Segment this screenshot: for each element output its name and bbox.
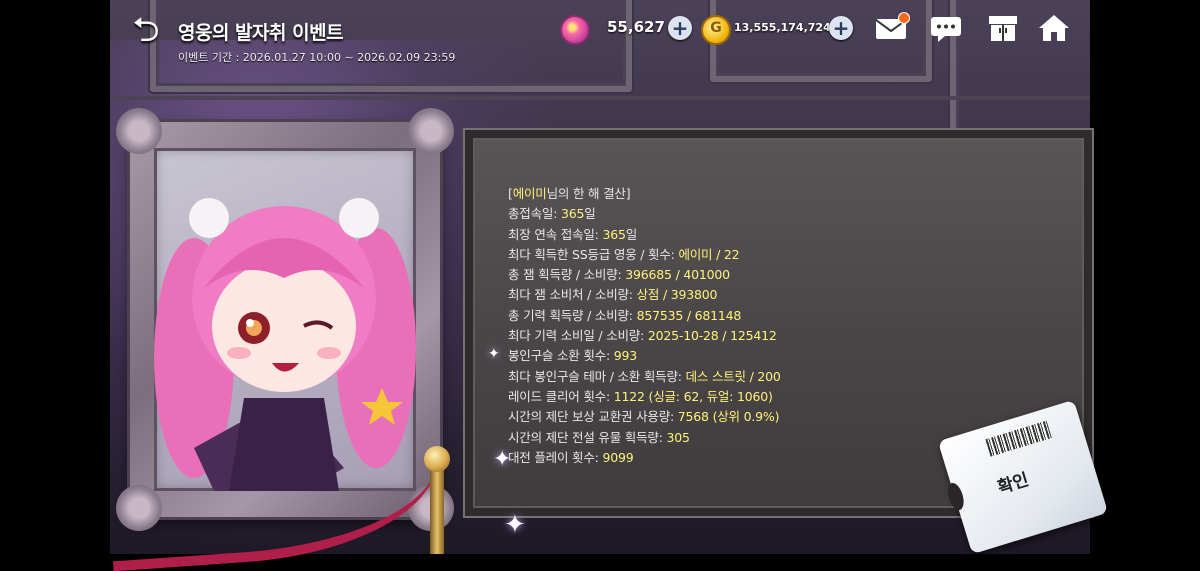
wardrobe-button[interactable] — [985, 12, 1021, 44]
summary-line-value: 396685 / 401000 — [625, 267, 730, 283]
gem-amount: 55,627 — [607, 18, 665, 36]
summary-line-value: 365 — [602, 226, 626, 242]
summary-line: 총접속일: 365일 — [508, 204, 781, 224]
summary-line-suffix: 일 — [584, 206, 596, 222]
summary-heading-suffix: 님의 한 해 결산] — [546, 186, 631, 201]
gold-amount: 13,555,174,724 — [734, 21, 831, 34]
summary-line: 최장 연속 접속일: 365일 — [508, 225, 781, 245]
sparkle: ✦ — [504, 510, 526, 540]
summary-heading: [에이미님의 한 해 결산] — [508, 186, 631, 201]
notification-dot — [898, 12, 910, 24]
summary-line: 시간의 제단 보상 교환권 사용량: 7568 (상위 0.9%) — [508, 407, 781, 427]
hero-portrait-frame — [116, 108, 454, 531]
summary-line-label: 최다 획득한 SS등급 영웅 / 횟수: — [508, 246, 679, 262]
summary-line-value: 857535 / 681148 — [636, 307, 742, 323]
sparkle: ✦ — [493, 447, 512, 472]
summary-line: 총 잼 획득량 / 소비량: 396685 / 401000 — [508, 265, 781, 285]
back-arrow-icon: ⮌ — [132, 10, 160, 50]
add-gem-button[interactable]: + — [668, 16, 692, 40]
summary-line-label: 최장 연속 접속일: — [508, 226, 603, 242]
summary-line-value: 9099 — [602, 449, 634, 465]
hero-portrait-illustration — [154, 198, 416, 491]
wall-frame — [150, 0, 632, 92]
sparkle: ✦ — [488, 346, 500, 362]
summary-line: 대전 플레이 횟수: 9099 — [508, 448, 781, 468]
back-button[interactable]: ⮌ — [126, 13, 166, 47]
summary-line-value: 365 — [561, 206, 585, 222]
gold-coin-icon: G — [701, 15, 731, 45]
summary-line-label: 최다 기력 소비일 / 소비량: — [508, 328, 648, 344]
summary-line: 봉인구슬 소환 횟수: 993 — [508, 346, 781, 366]
summary-line-value: 305 — [666, 429, 690, 445]
chat-icon — [931, 17, 961, 42]
hero-portrait — [154, 148, 416, 491]
add-gold-button[interactable]: + — [829, 16, 853, 40]
summary-line-label: 시간의 제단 보상 교환권 사용량: — [508, 409, 678, 425]
confirm-label: 확인 — [995, 470, 1032, 499]
summary-line-label: 레이드 클리어 횟수: — [508, 388, 614, 404]
summary-line-value: 7568 (상위 0.9%) — [677, 409, 780, 425]
summary-line-label: 봉인구슬 소환 횟수: — [508, 348, 614, 364]
summary-line-value: 데스 스트릿 / 200 — [685, 368, 781, 384]
home-icon — [1039, 15, 1069, 41]
summary-line-label: 시간의 제단 전설 유물 획득량: — [508, 429, 667, 445]
summary-line-value: 993 — [613, 348, 637, 364]
summary-line-label: 총접속일: — [508, 206, 561, 222]
summary-line-label: 최다 잼 소비처 / 소비량: — [508, 287, 637, 303]
player-nickname: 에이미 — [512, 186, 547, 201]
summary-line: 최다 획득한 SS등급 영웅 / 횟수: 에이미 / 22 — [508, 245, 781, 265]
summary-line-value: 2025-10-28 / 125412 — [647, 328, 777, 344]
wall-molding — [110, 96, 1090, 100]
summary-line-label: 총 기력 획득량 / 소비량: — [508, 307, 637, 323]
rope-post-knob — [424, 446, 450, 472]
summary-line-label: 총 잼 획득량 / 소비량: — [508, 267, 626, 283]
summary-line-label: 대전 플레이 횟수: — [508, 449, 603, 465]
chat-button[interactable] — [928, 12, 964, 44]
summary-line-value: 에이미 / 22 — [678, 246, 740, 262]
summary-line-value: 상점 / 393800 — [636, 287, 718, 303]
summary-line: 시간의 제단 전설 유물 획득량: 305 — [508, 428, 781, 448]
page-title: 영웅의 발자취 이벤트 — [178, 22, 344, 44]
summary-line-suffix: 일 — [625, 226, 638, 242]
barcode-icon — [985, 420, 1052, 457]
event-period: 이벤트 기간 : 2026.01.27 10:00 ~ 2026.02.09 2… — [178, 51, 456, 64]
home-button[interactable] — [1036, 12, 1072, 44]
summary-line-value: 1122 (싱글: 62, 듀얼: 1060) — [613, 388, 773, 404]
wardrobe-icon — [989, 16, 1017, 41]
gem-icon — [560, 15, 590, 45]
summary-line: 총 기력 획득량 / 소비량: 857535 / 681148 — [508, 306, 781, 326]
summary-line-label: 최다 봉인구슬 테마 / 소환 획득량: — [508, 368, 686, 384]
summary-line: 최다 봉인구슬 테마 / 소환 획득량: 데스 스트릿 / 200 — [508, 367, 781, 387]
summary-line: 최다 기력 소비일 / 소비량: 2025-10-28 / 125412 — [508, 326, 781, 346]
summary-line: 레이드 클리어 횟수: 1122 (싱글: 62, 듀얼: 1060) — [508, 387, 781, 407]
annual-summary-list: [에이미님의 한 해 결산] 총접속일: 365일 최장 연속 접속일: 365일… — [508, 184, 781, 468]
summary-line: 최다 잼 소비처 / 소비량: 상점 / 393800 — [508, 285, 781, 305]
